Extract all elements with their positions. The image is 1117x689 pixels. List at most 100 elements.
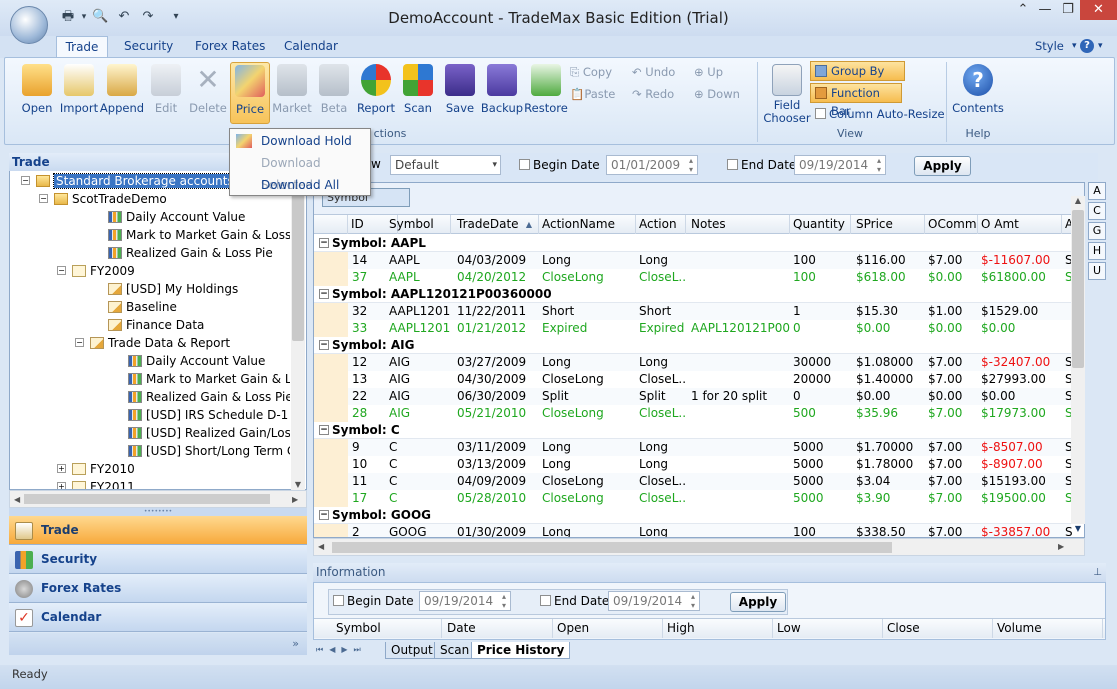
scroll-right-icon[interactable]: ▶: [1058, 542, 1064, 551]
alpha-index-c[interactable]: C: [1088, 202, 1106, 220]
pin-icon[interactable]: ⊥: [1093, 563, 1102, 582]
row-selector[interactable]: [314, 252, 348, 269]
apply-button[interactable]: Apply: [914, 156, 971, 176]
tab-output[interactable]: Output: [385, 642, 439, 659]
backup-button[interactable]: Backup: [481, 62, 523, 124]
tree-node[interactable]: − FY2009: [10, 262, 290, 280]
group-by-box-toggle[interactable]: Group By Box: [810, 61, 905, 96]
tree-scrollbar[interactable]: ▲ ▼: [291, 172, 305, 490]
table-row[interactable]: 13 AIG 04/30/2009 CloseLong CloseL... 20000 $1…: [314, 371, 1073, 388]
row-selector[interactable]: [314, 320, 348, 337]
scroll-down-icon[interactable]: ▼: [291, 480, 305, 489]
table-row[interactable]: 10 C 03/13/2009 Long Long 5000 $1.78000 $7.00 $-…: [314, 456, 1073, 473]
group-row[interactable]: − Symbol: AIG: [314, 337, 1071, 354]
alpha-index-a[interactable]: A: [1088, 182, 1106, 200]
info-end-date-field[interactable]: 09/19/2014 ▴ ▾: [608, 591, 700, 611]
scroll-right-icon[interactable]: ▶: [292, 495, 300, 504]
tree-node[interactable]: + FY2010: [10, 460, 290, 478]
tree-node[interactable]: Baseline: [10, 298, 290, 316]
field-chooser-button[interactable]: Field Chooser: [763, 62, 811, 126]
collapse-icon[interactable]: −: [57, 266, 66, 275]
info-begin-date-field[interactable]: 09/19/2014 ▴ ▾: [419, 591, 511, 611]
end-date-checkbox[interactable]: End Date: [727, 158, 796, 172]
scan-button[interactable]: Scan: [398, 62, 438, 124]
grid-scrollbar[interactable]: ▲ ▼: [1071, 196, 1085, 533]
download-hold-item[interactable]: Download Hold: [230, 130, 370, 152]
tab-calendar[interactable]: Calendar: [276, 36, 346, 58]
row-selector[interactable]: [314, 439, 348, 456]
nav-security[interactable]: Security: [9, 545, 307, 574]
tree-scroll-thumb[interactable]: [292, 186, 304, 341]
tab-navigation-arrows[interactable]: ⏮◀▶⏭: [316, 645, 367, 655]
collapse-icon[interactable]: −: [319, 340, 329, 350]
edit-button[interactable]: Edit: [146, 62, 186, 124]
begin-date-field[interactable]: 01/01/2009 ▴ ▾: [606, 155, 698, 175]
collapse-icon[interactable]: −: [319, 425, 329, 435]
tree-node[interactable]: + FY2011: [10, 478, 290, 489]
open-button[interactable]: Open: [17, 62, 57, 124]
grid-hscroll-thumb[interactable]: [332, 542, 892, 553]
row-selector[interactable]: [314, 524, 348, 537]
row-selector[interactable]: [314, 456, 348, 473]
row-selector[interactable]: [314, 490, 348, 507]
tree-node[interactable]: [USD] My Holdings: [10, 280, 290, 298]
tab-forex-rates[interactable]: Forex Rates: [187, 36, 273, 58]
copy-button[interactable]: ⎘ Copy: [570, 62, 612, 82]
tree-node[interactable]: Mark to Market Gain & Loss Pie: [10, 226, 290, 244]
row-selector[interactable]: [314, 388, 348, 405]
row-selector[interactable]: [314, 371, 348, 388]
tree-node[interactable]: − Trade Data & Report: [10, 334, 290, 352]
table-row[interactable]: 33AAPL1201...01/21/2012ExpiredExpiredAAP…: [314, 320, 1071, 337]
redo-button[interactable]: ↷ Redo: [632, 84, 674, 104]
scroll-down-icon[interactable]: ▼: [1071, 524, 1085, 533]
close-button[interactable]: ✕: [1080, 0, 1117, 20]
up-button[interactable]: ⊕ Up: [694, 62, 723, 82]
spin-icon[interactable]: ▴ ▾: [502, 592, 506, 610]
nav-trade[interactable]: Trade: [9, 516, 307, 545]
table-row[interactable]: 32AAPL1201...11/22/2011ShortShort1$15.30…: [314, 303, 1071, 320]
group-row[interactable]: − Symbol: AAPL: [314, 235, 1071, 252]
tree-node[interactable]: Mark to Market Gain & Los: [10, 370, 290, 388]
scroll-left-icon[interactable]: ◀: [14, 495, 20, 504]
nav-calendar[interactable]: ✓ Calendar: [9, 603, 307, 632]
column-header[interactable]: TradeDate ▲: [454, 215, 539, 234]
tree-node[interactable]: Realized Gain & Loss Pie: [10, 244, 290, 262]
column-header[interactable]: Symbol: [386, 215, 451, 234]
scroll-up-icon[interactable]: ▲: [1071, 196, 1085, 208]
price-history-column-header[interactable]: Symbol: [332, 619, 442, 638]
price-history-column-header[interactable]: Close: [883, 619, 993, 638]
collapse-icon[interactable]: −: [319, 238, 329, 248]
down-button[interactable]: ⊕ Down: [694, 84, 740, 104]
tab-price-history[interactable]: Price History: [471, 642, 571, 659]
table-row[interactable]: 2 GOOG 01/30/2009 Long Long 100 $338.50 $7.00 $-…: [314, 524, 1073, 537]
tab-scan[interactable]: Scan: [434, 642, 476, 659]
minimize-ribbon-icon[interactable]: ⌃: [1016, 0, 1030, 20]
info-apply-button[interactable]: Apply: [730, 592, 786, 612]
splitter-grip[interactable]: ••••••••: [9, 508, 307, 516]
end-date-field[interactable]: 09/19/2014 ▴ ▾: [794, 155, 886, 175]
grid-horizontal-scrollbar[interactable]: ◀ ▶: [313, 538, 1085, 556]
group-row[interactable]: − Symbol: AAPL120121P00360000: [314, 286, 1071, 303]
tree-node[interactable]: Daily Account Value: [10, 208, 290, 226]
expand-icon[interactable]: +: [57, 464, 66, 473]
price-history-column-header[interactable]: Date: [443, 619, 553, 638]
price-history-column-header[interactable]: High: [663, 619, 773, 638]
spin-icon[interactable]: ▴ ▾: [689, 156, 693, 174]
collapse-icon[interactable]: −: [319, 289, 329, 299]
tab-trade[interactable]: Trade: [56, 36, 108, 58]
table-row[interactable]: 9 C 03/11/2009 Long Long 5000 $1.70000 $7.00 $-8…: [314, 439, 1073, 456]
row-selector[interactable]: [314, 354, 348, 371]
scroll-left-icon[interactable]: ◀: [318, 542, 324, 551]
table-row[interactable]: 11 C 04/09/2009 CloseLong CloseL... 5000 $3.04…: [314, 473, 1073, 490]
account-tree[interactable]: − Standard Brokerage accounts − ScotTradeDe…: [10, 172, 290, 489]
group-row[interactable]: − Symbol: GOOG: [314, 507, 1071, 524]
tree-node[interactable]: [USD] Short/Long Term Cap: [10, 442, 290, 460]
function-bar-toggle[interactable]: Function Bar: [810, 83, 902, 118]
maximize-button[interactable]: ❐: [1057, 0, 1079, 20]
grid-scroll-thumb[interactable]: [1072, 210, 1084, 368]
paste-button[interactable]: 📋Paste: [570, 84, 615, 104]
price-history-column-header[interactable]: Volume: [993, 619, 1103, 638]
table-row[interactable]: 12 AIG 03/27/2009 Long Long 30000 $1.08000 $7.0…: [314, 354, 1073, 371]
price-history-column-header[interactable]: Low: [773, 619, 883, 638]
tree-node[interactable]: Finance Data: [10, 316, 290, 334]
